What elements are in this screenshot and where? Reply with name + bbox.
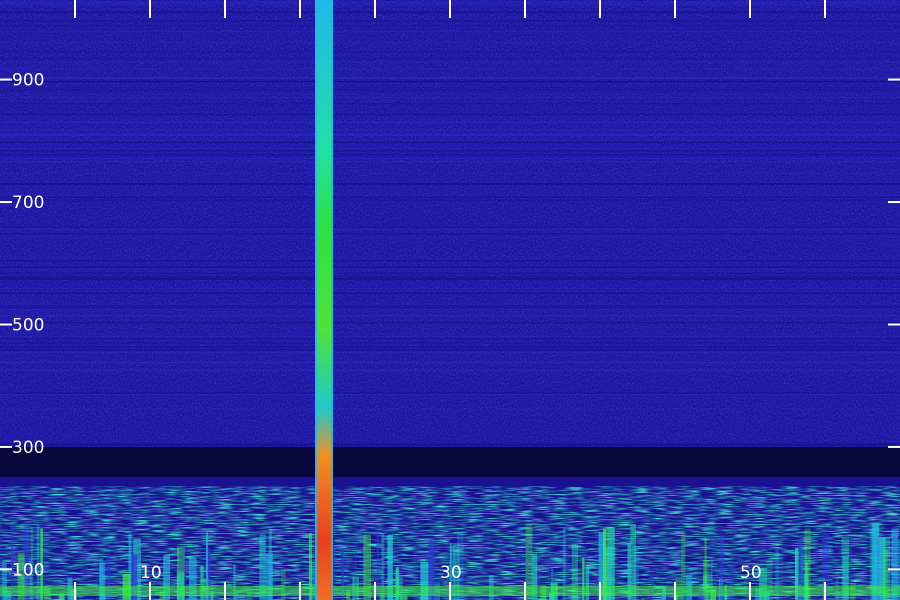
band-line — [0, 172, 900, 175]
band-line — [0, 147, 900, 149]
band-line — [0, 228, 900, 230]
band-line — [0, 226, 900, 228]
band-line — [0, 57, 900, 59]
spectrogram-plot: 10 30 50 100 300 500 700 900 — [0, 0, 900, 600]
band-line — [0, 444, 900, 446]
band-line — [0, 24, 900, 27]
band-line — [0, 292, 900, 294]
band-line — [0, 236, 900, 238]
band-line — [0, 113, 900, 116]
band-line — [0, 333, 900, 335]
band-line — [0, 322, 900, 324]
spectrogram-chart: 10 30 50 100 300 500 700 900 — [0, 0, 900, 600]
band-line — [0, 304, 900, 307]
band-line — [0, 30, 900, 32]
band-line — [0, 349, 900, 351]
band-line — [0, 199, 900, 201]
band-line — [0, 154, 900, 156]
x-tick-label: 30 — [440, 563, 462, 583]
band-line — [0, 260, 900, 262]
tone-edge — [315, 0, 317, 600]
band-line — [0, 160, 900, 163]
band-line — [0, 392, 900, 394]
band-line — [0, 77, 900, 79]
x-tick-label: 50 — [740, 563, 762, 583]
band-line — [0, 338, 900, 340]
band-line — [0, 342, 900, 344]
band-line — [0, 183, 900, 185]
band-line — [0, 303, 900, 305]
band-line — [0, 157, 900, 159]
y-tick-label: 700 — [12, 193, 44, 213]
band-line — [0, 129, 900, 131]
band-line — [0, 315, 900, 317]
band-line — [0, 87, 900, 89]
band-line — [0, 266, 900, 268]
band-line — [0, 134, 900, 136]
y-tick-label: 100 — [12, 560, 44, 580]
band-line — [0, 89, 900, 91]
band-line — [0, 103, 900, 105]
band-line — [0, 351, 900, 353]
band-line — [0, 442, 900, 445]
band-line — [0, 308, 900, 310]
band-line — [0, 233, 900, 235]
y-tick-label: 500 — [12, 315, 44, 335]
band-line — [0, 393, 900, 396]
band-line — [0, 121, 900, 124]
band-line — [0, 335, 900, 337]
band-line — [0, 276, 900, 278]
band-line — [0, 268, 900, 270]
y-tick-label: 300 — [12, 438, 44, 458]
band-line — [0, 277, 900, 280]
band-line — [0, 272, 900, 274]
band-line — [0, 408, 900, 410]
band-line — [0, 20, 900, 22]
band-line — [0, 346, 900, 348]
band-line — [0, 196, 900, 198]
band-line — [0, 306, 900, 309]
tone-column — [315, 0, 333, 600]
tone-edge — [331, 0, 333, 600]
band-line — [0, 68, 900, 70]
band-line — [0, 92, 900, 94]
y-tick-label: 900 — [12, 71, 44, 91]
band-line — [0, 51, 900, 53]
band-line — [0, 361, 900, 364]
band-line — [0, 369, 900, 371]
band-line — [0, 61, 900, 63]
strong-tone — [315, 0, 333, 600]
band-line — [0, 80, 900, 83]
cutoff-shadow — [0, 446, 900, 477]
band-line — [0, 41, 900, 44]
band-line — [0, 96, 900, 99]
band-line — [0, 141, 900, 143]
x-tick-label: 10 — [140, 563, 162, 583]
band-line — [0, 287, 900, 290]
band-line — [0, 150, 900, 152]
